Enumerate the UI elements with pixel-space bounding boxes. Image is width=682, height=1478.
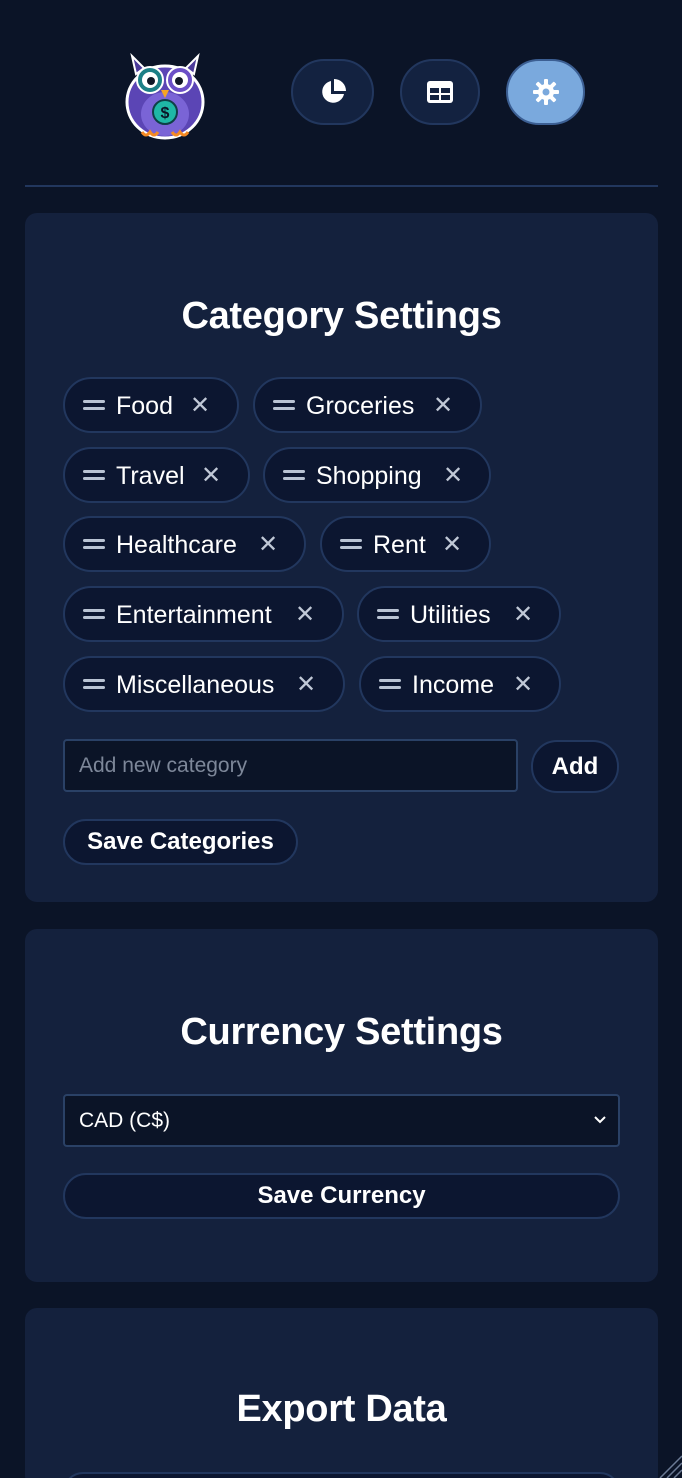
category-label: Food [116, 392, 173, 420]
drag-handle-icon[interactable] [83, 539, 105, 550]
category-label: Healthcare [116, 531, 237, 559]
category-label: Groceries [306, 392, 415, 420]
remove-category-icon[interactable]: ✕ [258, 530, 278, 559]
owl-logo[interactable]: $ [118, 46, 212, 142]
remove-category-icon[interactable]: ✕ [513, 670, 533, 699]
category-label: Shopping [316, 462, 422, 490]
remove-category-icon[interactable]: ✕ [201, 461, 221, 490]
currency-select[interactable]: CAD (C$) [63, 1094, 620, 1147]
category-chip[interactable]: Income ✕ [359, 656, 561, 712]
remove-category-icon[interactable]: ✕ [513, 600, 533, 629]
category-chip[interactable]: Rent ✕ [320, 516, 491, 572]
category-label: Utilities [410, 601, 491, 629]
drag-handle-icon[interactable] [283, 470, 305, 481]
category-chip[interactable]: Utilities ✕ [357, 586, 561, 642]
save-currency-button[interactable]: Save Currency [63, 1173, 620, 1219]
currency-select-value: CAD (C$) [79, 1108, 171, 1132]
drag-handle-icon[interactable] [273, 400, 295, 411]
category-chip[interactable]: Food ✕ [63, 377, 239, 433]
new-category-input[interactable] [63, 739, 518, 792]
category-label: Entertainment [116, 601, 272, 629]
category-chip[interactable]: Entertainment ✕ [63, 586, 344, 642]
nav-settings-button[interactable] [506, 59, 585, 125]
nav-chart-button[interactable] [291, 59, 374, 125]
pie-chart-icon [321, 79, 346, 103]
table-icon [427, 81, 453, 103]
save-categories-button[interactable]: Save Categories [63, 819, 298, 865]
category-chip[interactable]: Shopping ✕ [263, 447, 491, 503]
gear-icon [532, 79, 559, 105]
add-category-button[interactable]: Add [531, 740, 619, 793]
drag-handle-icon[interactable] [340, 539, 362, 550]
svg-text:$: $ [161, 105, 170, 122]
category-settings-panel: Category Settings Food ✕ Groceries ✕ Tra… [25, 213, 658, 902]
remove-category-icon[interactable]: ✕ [433, 391, 453, 420]
app-header: $ [0, 0, 682, 186]
category-label: Travel [116, 462, 185, 490]
category-chip[interactable]: Miscellaneous ✕ [63, 656, 345, 712]
resize-handle-icon[interactable] [656, 1452, 682, 1478]
currency-settings-title: Currency Settings [180, 1011, 503, 1053]
remove-category-icon[interactable]: ✕ [190, 391, 210, 420]
drag-handle-icon[interactable] [83, 470, 105, 481]
remove-category-icon[interactable]: ✕ [296, 670, 316, 699]
category-chip[interactable]: Travel ✕ [63, 447, 250, 503]
category-chip[interactable]: Healthcare ✕ [63, 516, 306, 572]
drag-handle-icon[interactable] [83, 609, 105, 620]
remove-category-icon[interactable]: ✕ [295, 600, 315, 629]
drag-handle-icon[interactable] [83, 679, 105, 690]
drag-handle-icon[interactable] [377, 609, 399, 620]
drag-handle-icon[interactable] [83, 400, 105, 411]
nav-table-button[interactable] [400, 59, 480, 125]
category-label: Miscellaneous [116, 671, 275, 699]
chevron-down-icon [594, 1116, 606, 1124]
drag-handle-icon[interactable] [379, 679, 401, 690]
export-button[interactable] [63, 1472, 620, 1478]
category-label: Rent [373, 531, 426, 559]
category-label: Income [412, 671, 494, 699]
remove-category-icon[interactable]: ✕ [443, 461, 463, 490]
category-chip[interactable]: Groceries ✕ [253, 377, 482, 433]
category-settings-title: Category Settings [181, 295, 502, 337]
remove-category-icon[interactable]: ✕ [442, 530, 462, 559]
export-data-panel: Export Data [25, 1308, 658, 1478]
settings-page: $ Category Settings Food ✕ Groceries ✕ T… [0, 0, 682, 1478]
export-data-title: Export Data [236, 1388, 447, 1430]
currency-settings-panel: Currency Settings CAD (C$) Save Currency [25, 929, 658, 1282]
header-divider [25, 185, 658, 187]
